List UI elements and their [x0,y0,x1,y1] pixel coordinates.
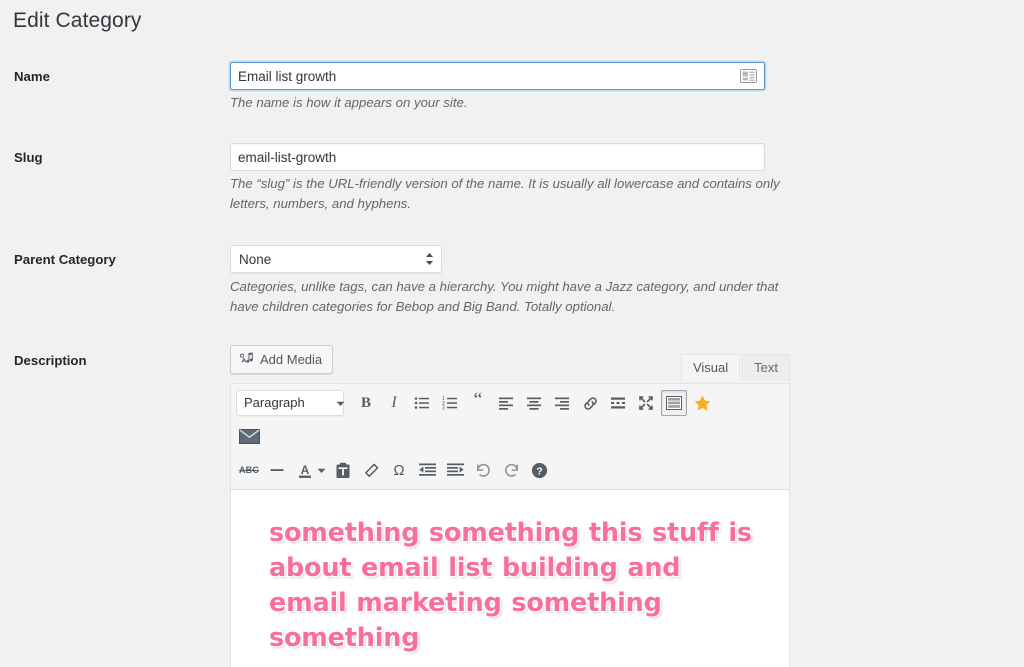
svg-text:3: 3 [442,406,445,411]
horizontal-rule-icon[interactable] [264,457,290,483]
editor-content-area[interactable]: something something this stuff is about … [230,490,790,667]
align-left-icon[interactable] [493,390,519,416]
editor-mode-tabs: Visual Text [680,354,790,381]
tab-visual[interactable]: Visual [680,354,741,381]
format-select-wrap[interactable]: Paragraph [235,390,352,416]
special-character-icon[interactable]: Ω [386,457,412,483]
paste-as-text-icon[interactable] [330,457,356,483]
svg-text:A: A [301,462,310,476]
parent-category-select[interactable]: None [230,245,442,273]
add-media-button[interactable]: Add Media [230,345,334,374]
parent-category-label: Parent Category [14,252,116,267]
editor-content-text[interactable]: something something this stuff is about … [269,516,755,656]
editor-toolbar-row-3: ABC A Ω ? [234,453,787,487]
svg-text:?: ? [536,466,542,477]
numbered-list-icon[interactable]: 1 2 3 [437,390,463,416]
name-label: Name [14,69,50,84]
align-center-icon[interactable] [521,390,547,416]
name-help-text: The name is how it appears on your site. [230,95,468,110]
editor-toolbar: Paragraph B I 1 2 3 “ ABC A Ω ? [230,383,790,490]
undo-icon[interactable] [470,457,496,483]
insert-read-more-icon[interactable] [605,390,631,416]
text-color-control: A [291,456,329,484]
tab-text[interactable]: Text [742,354,790,381]
name-input-wrap [230,62,765,90]
page-title: Edit Category [13,9,142,32]
increase-indent-icon[interactable] [442,457,468,483]
clear-formatting-icon[interactable] [358,457,384,483]
star-icon[interactable] [689,390,715,416]
parent-category-select-wrap[interactable]: None [230,245,442,273]
slug-label: Slug [14,150,43,165]
toolbar-toggle-icon[interactable] [661,390,687,416]
blockquote-icon[interactable]: “ [465,390,491,416]
parent-category-help-text: Categories, unlike tags, can have a hier… [230,279,779,315]
editor-box: Paragraph B I 1 2 3 “ ABC A Ω ? somethin… [230,383,790,667]
paragraph-format-select[interactable]: Paragraph [236,390,344,416]
decrease-indent-icon[interactable] [414,457,440,483]
editor-toolbar-row-1: Paragraph B I 1 2 3 “ [234,388,787,419]
autofill-contact-card-icon[interactable] [740,69,757,83]
bulleted-list-icon[interactable] [409,390,435,416]
editor-toolbar-row-2 [234,419,787,453]
description-editor: Add Media Visual Text Paragraph B I 1 2 … [230,345,790,667]
strikethrough-icon[interactable]: ABC [236,457,262,483]
description-label: Description [14,353,87,368]
newsletter-envelope-icon[interactable] [236,423,262,449]
keyboard-shortcuts-help-icon[interactable]: ? [526,457,552,483]
slug-help-text: The “slug” is the URL-friendly version o… [230,176,780,212]
italic-icon[interactable]: I [381,390,407,416]
distraction-free-icon[interactable] [633,390,659,416]
redo-icon[interactable] [498,457,524,483]
text-color-dropdown-icon[interactable] [317,461,326,479]
insert-link-icon[interactable] [577,390,603,416]
text-color-icon[interactable]: A [292,457,318,483]
bold-icon[interactable]: B [353,390,379,416]
slug-input[interactable] [230,143,765,171]
add-media-label: Add Media [260,352,323,367]
edit-category-page: Edit Category Name T [0,0,1024,667]
media-camera-icon [239,351,254,369]
slug-input-wrap [230,143,765,171]
align-right-icon[interactable] [549,390,575,416]
name-input[interactable] [230,62,765,90]
